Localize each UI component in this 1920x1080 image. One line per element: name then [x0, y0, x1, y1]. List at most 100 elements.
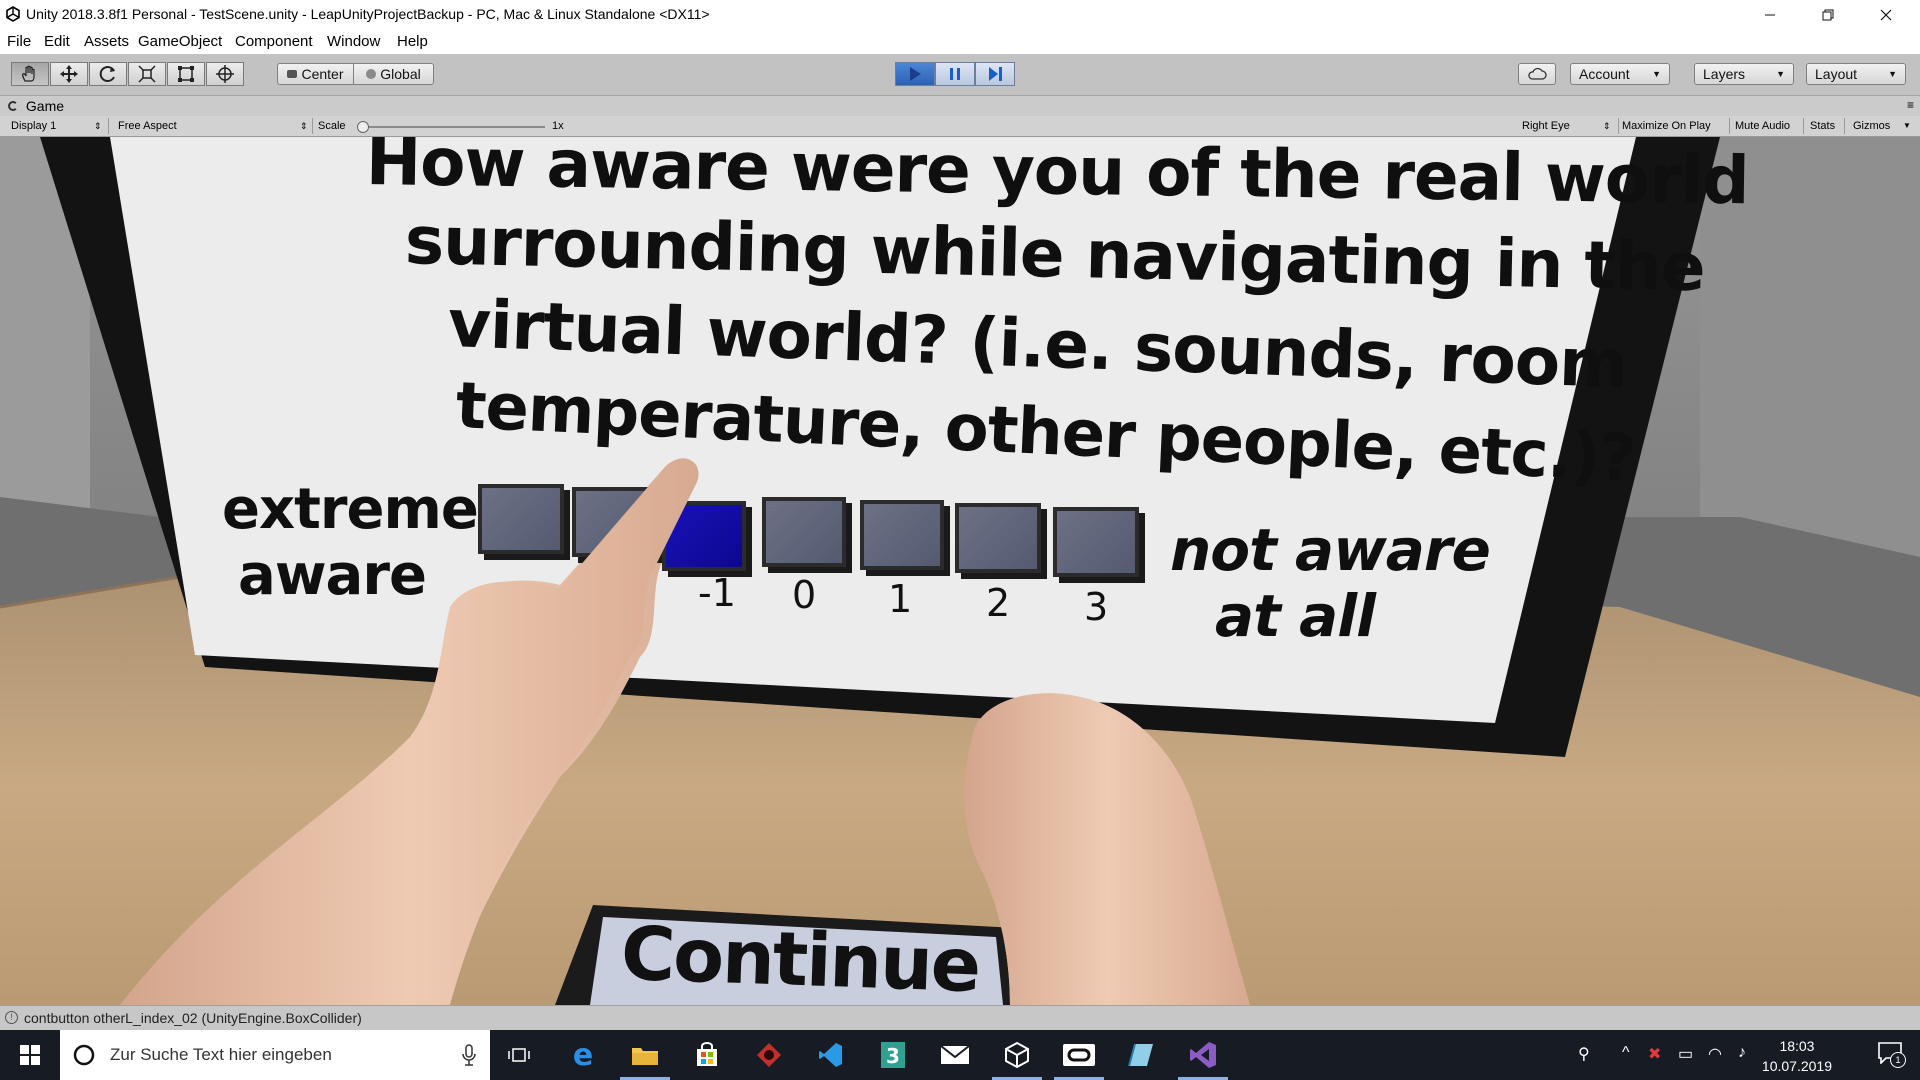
restore-icon — [1822, 9, 1834, 21]
taskbar-mail[interactable] — [926, 1030, 984, 1080]
scale-slider-thumb[interactable] — [357, 121, 369, 133]
move-tool-icon — [60, 65, 78, 83]
gizmos-dropdown[interactable]: Gizmos — [1853, 116, 1890, 136]
taskbar-file-explorer[interactable] — [616, 1030, 674, 1080]
taskbar-3d-app[interactable]: 3 — [864, 1030, 922, 1080]
account-dropdown[interactable]: Account ▼ — [1570, 63, 1670, 85]
cloud-button[interactable] — [1518, 63, 1556, 85]
tray-app-icon[interactable]: ✖ — [1648, 1044, 1661, 1064]
layout-label: Layout — [1815, 66, 1858, 82]
menu-gameobject[interactable]: GameObject — [138, 33, 222, 50]
title-bar: Unity 2018.3.8f1 Personal - TestScene.un… — [0, 0, 1920, 30]
window-title: Unity 2018.3.8f1 Personal - TestScene.un… — [26, 6, 710, 22]
pause-button[interactable] — [935, 62, 975, 86]
game-icon — [757, 1043, 781, 1067]
menu-assets[interactable]: Assets — [84, 33, 129, 50]
scale-value: 1x — [552, 120, 564, 132]
hand-overlay — [120, 458, 1250, 1005]
aspect-dropdown-arrow-icon: ⇕ — [300, 121, 308, 131]
clock-date: 10.07.2019 — [1761, 1058, 1832, 1074]
scale-tool-button[interactable] — [128, 62, 166, 86]
task-view-button[interactable] — [490, 1030, 548, 1080]
notification-count: 1 — [1890, 1052, 1906, 1068]
layers-dropdown[interactable]: Layers ▼ — [1694, 63, 1794, 85]
menu-component[interactable]: Component — [235, 33, 313, 50]
aspect-dropdown[interactable]: Free Aspect — [118, 116, 177, 136]
play-button[interactable] — [895, 62, 935, 86]
scale-slider[interactable] — [357, 121, 545, 133]
menu-bar: File Edit Assets GameObject Component Wi… — [0, 30, 1920, 54]
menu-help[interactable]: Help — [397, 33, 428, 50]
taskbar-vscode[interactable] — [802, 1030, 860, 1080]
dropdown-arrow-icon: ▼ — [1652, 69, 1661, 79]
taskbar-edge[interactable]: e — [554, 1030, 612, 1080]
minimize-icon — [1765, 14, 1775, 16]
start-button[interactable] — [0, 1030, 60, 1080]
gizmos-dropdown-arrow-icon: ▼ — [1903, 121, 1911, 130]
eye-dropdown-arrow-icon: ⇕ — [1603, 121, 1611, 131]
edge-icon: e — [572, 1037, 594, 1073]
play-icon — [910, 67, 921, 81]
tray-chevron-icon[interactable]: ^ — [1622, 1044, 1630, 1062]
wifi-icon[interactable]: ◠ — [1708, 1044, 1722, 1064]
pause-icon — [950, 68, 960, 80]
scale-label: Scale — [318, 120, 346, 132]
taskbar-store[interactable] — [678, 1030, 736, 1080]
battery-icon[interactable]: ▭ — [1678, 1044, 1693, 1064]
search-icon — [73, 1044, 95, 1066]
info-icon: ! — [5, 1011, 18, 1024]
clock-time: 18:03 — [1779, 1038, 1815, 1054]
menu-edit[interactable]: Edit — [44, 33, 70, 50]
oculus-icon — [1063, 1044, 1095, 1066]
maximize-on-play-toggle[interactable]: Maximize On Play — [1622, 116, 1711, 136]
game-tab-bar: Game ≡ — [0, 96, 1920, 116]
space-global-toggle[interactable]: Global — [353, 63, 434, 85]
file-explorer-icon — [632, 1048, 658, 1065]
rotate-tool-button[interactable] — [89, 62, 127, 86]
taskbar-blue-app[interactable] — [1112, 1030, 1170, 1080]
close-button[interactable] — [1858, 0, 1914, 30]
rect-tool-icon — [178, 66, 194, 82]
hand-tool-icon — [22, 65, 35, 82]
globe-icon — [366, 69, 377, 79]
scale-tool-icon — [138, 65, 156, 83]
people-icon[interactable]: ⚲ — [1578, 1044, 1590, 1064]
rect-tool-button[interactable] — [167, 62, 205, 86]
game-viewport[interactable]: How aware were you of the real world sur… — [0, 137, 1920, 1005]
eye-dropdown[interactable]: Right Eye — [1522, 116, 1570, 136]
taskbar-oculus[interactable] — [1050, 1030, 1108, 1080]
mute-audio-toggle[interactable]: Mute Audio — [1735, 116, 1790, 136]
pivot-icon — [287, 70, 298, 78]
hand-tool-button[interactable] — [11, 62, 49, 86]
minimize-button[interactable] — [1742, 0, 1798, 30]
system-clock[interactable]: 18:03 10.07.2019 — [1762, 1036, 1832, 1076]
panel-menu-icon[interactable]: ≡ — [1907, 98, 1914, 112]
taskbar-visual-studio[interactable] — [1174, 1030, 1232, 1080]
menu-window[interactable]: Window — [327, 33, 380, 50]
transform-tool-button[interactable] — [206, 62, 244, 86]
unity-icon — [1005, 1041, 1029, 1069]
move-tool-button[interactable] — [50, 62, 88, 86]
step-button[interactable] — [975, 62, 1015, 86]
pivot-center-toggle[interactable]: Center — [277, 63, 354, 85]
blue-app-icon — [1128, 1043, 1153, 1067]
status-message[interactable]: contbutton otherL_index_02 (UnityEngine.… — [24, 1010, 362, 1026]
volume-icon[interactable]: ♪ — [1738, 1044, 1746, 1062]
notification-center-button[interactable]: 1 — [1878, 1042, 1906, 1068]
taskbar-unity[interactable] — [988, 1030, 1046, 1080]
continue-button[interactable]: Continue — [610, 911, 990, 1005]
layout-dropdown[interactable]: Layout ▼ — [1806, 63, 1906, 85]
status-bar: ! contbutton otherL_index_02 (UnityEngin… — [0, 1005, 1920, 1031]
taskbar-search-box[interactable]: Zur Suche Text hier eingeben — [60, 1030, 490, 1080]
store-icon — [697, 1042, 717, 1066]
stats-toggle[interactable]: Stats — [1810, 116, 1835, 136]
layers-label: Layers — [1703, 66, 1746, 82]
menu-file[interactable]: File — [7, 33, 31, 50]
search-placeholder: Zur Suche Text hier eingeben — [110, 1045, 332, 1064]
display-dropdown[interactable]: Display 1 — [11, 116, 56, 136]
restore-button[interactable] — [1800, 0, 1856, 30]
game-tab[interactable]: Game — [8, 96, 64, 116]
taskbar-game-app[interactable] — [740, 1030, 798, 1080]
microphone-icon[interactable] — [462, 1044, 476, 1066]
display-dropdown-arrow-icon: ⇕ — [94, 121, 102, 131]
